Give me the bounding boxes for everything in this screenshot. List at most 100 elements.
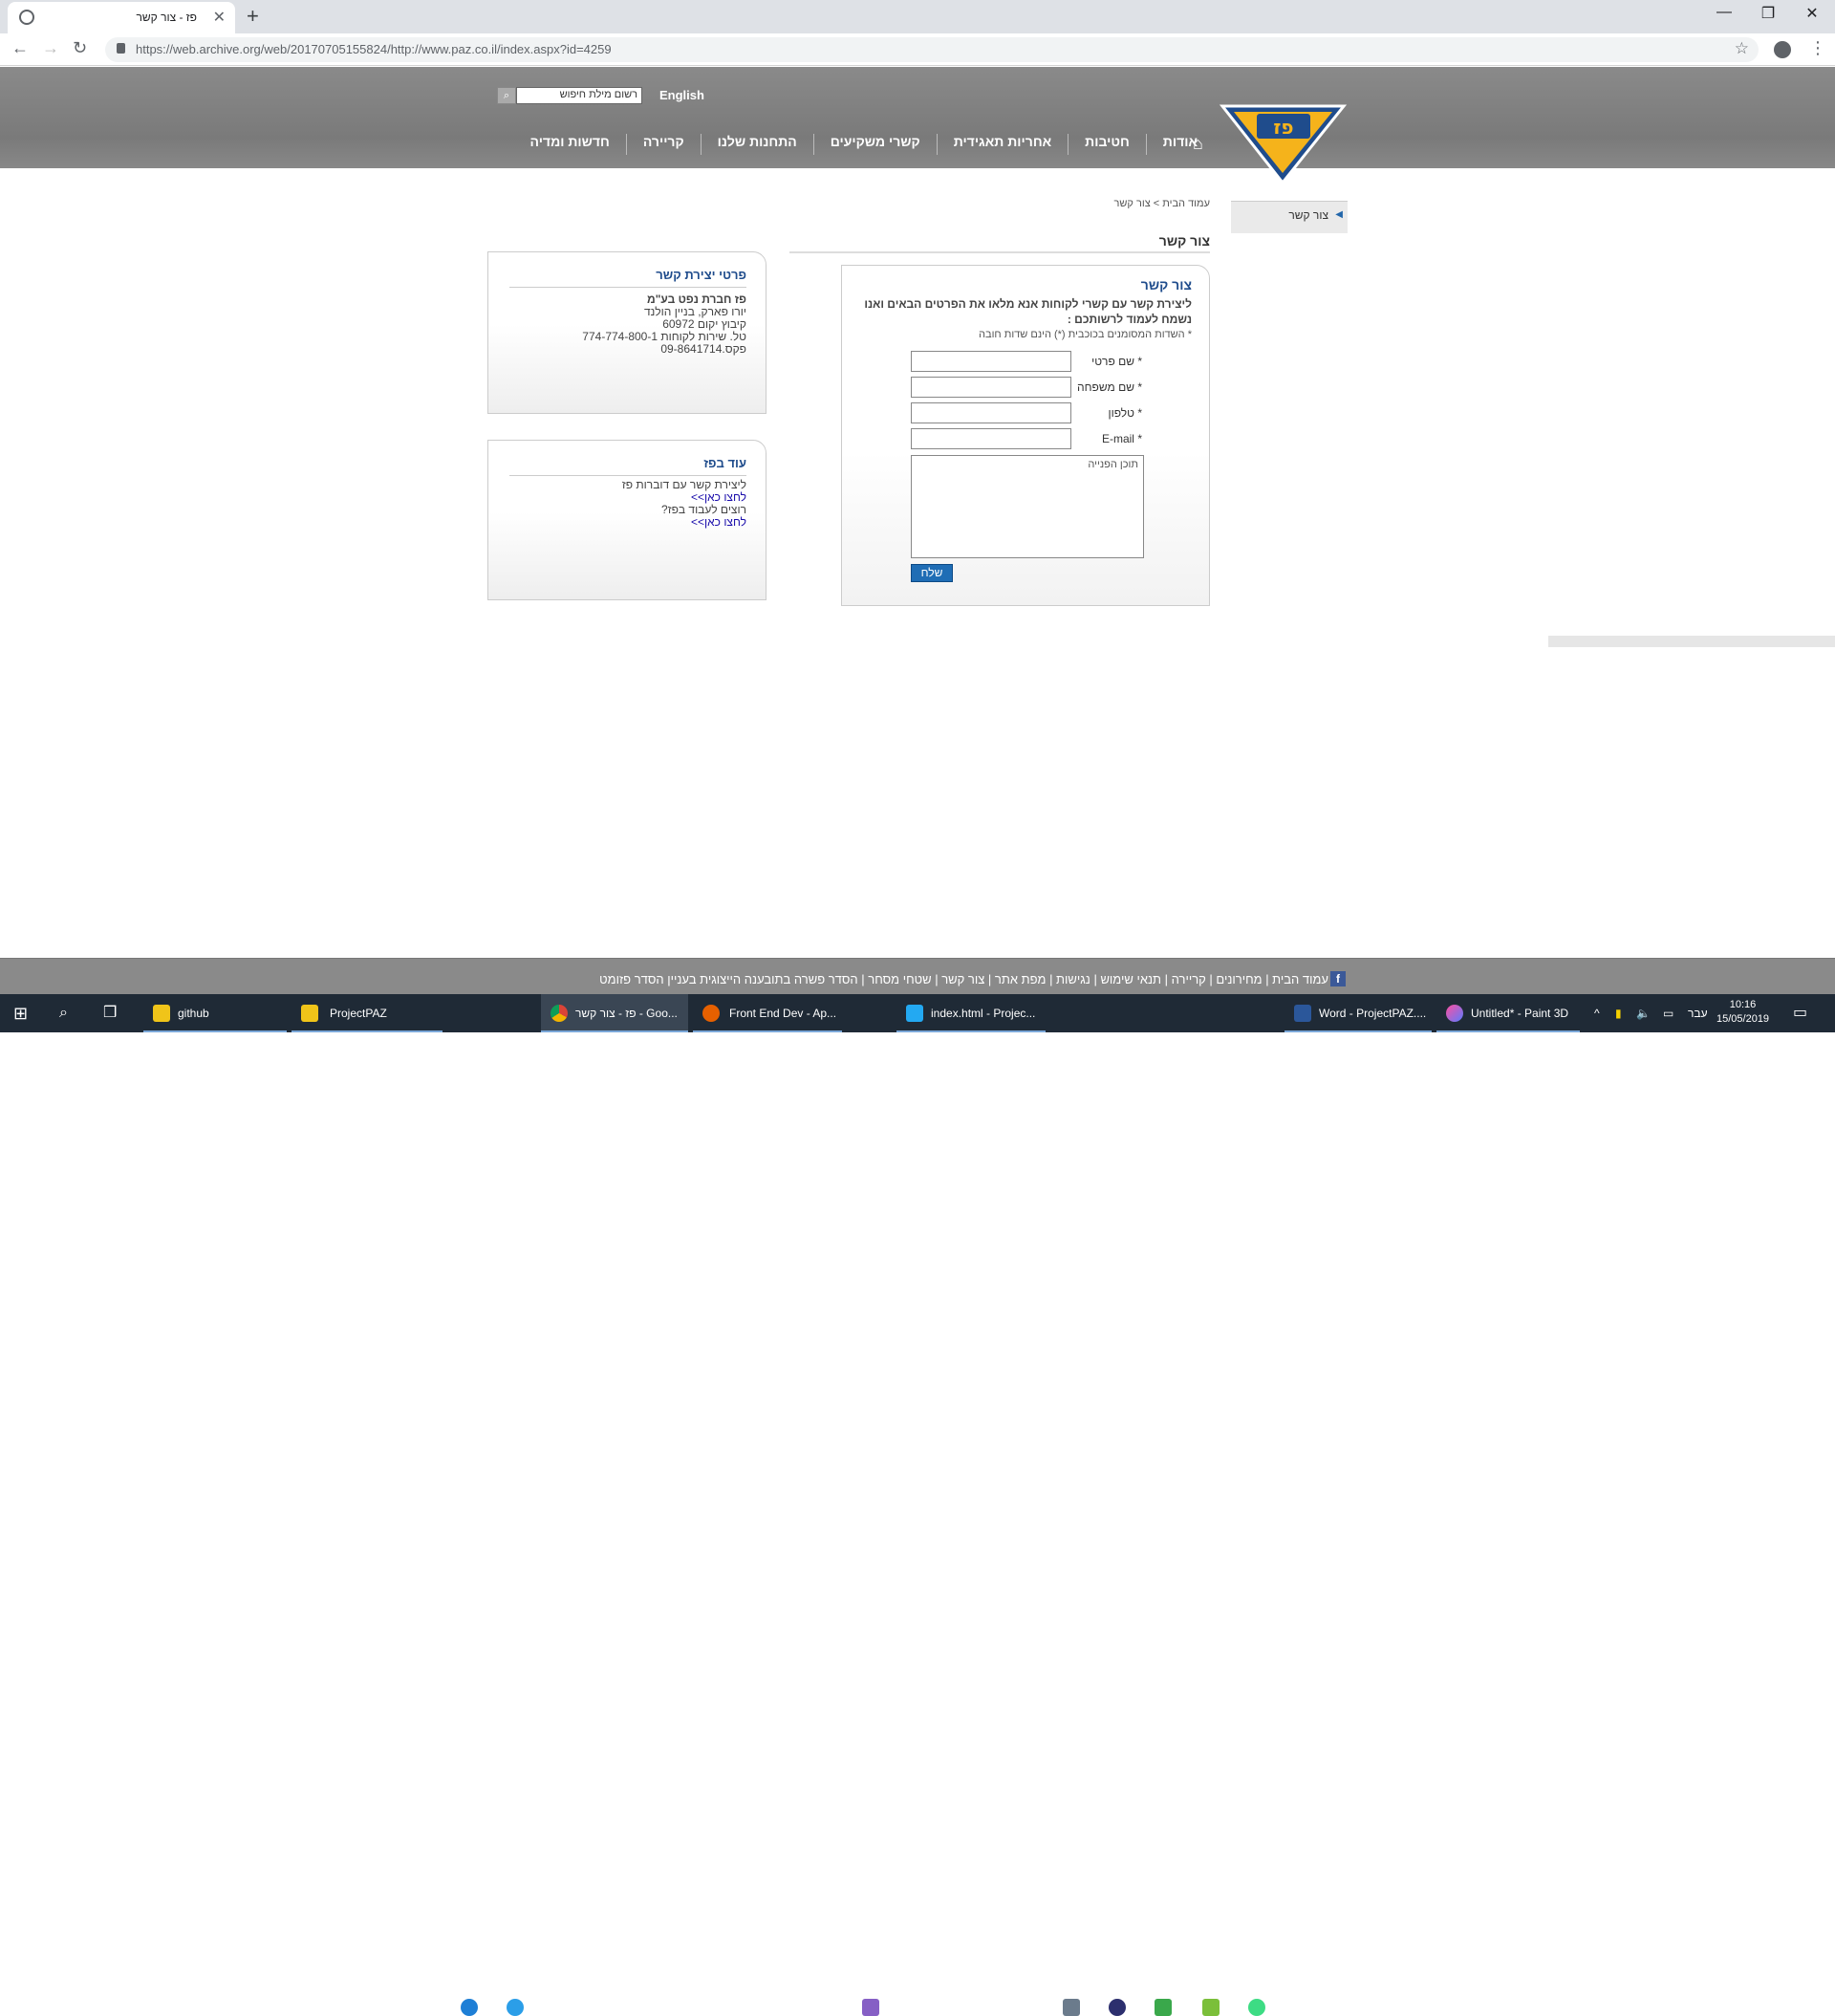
vscode-icon bbox=[906, 1005, 923, 1022]
nav-item-about[interactable]: אודות bbox=[1145, 134, 1214, 155]
contact-details-text: פז חברת נפט בע"מ יורו פארק, בניין הולנד … bbox=[582, 293, 746, 356]
paint3d-icon bbox=[1446, 1005, 1463, 1022]
address-bar[interactable]: https://web.archive.org/web/201707051558… bbox=[105, 37, 1759, 62]
required-note: * השדות המסומנים בכוכבית (*) הינם שדות ח… bbox=[979, 329, 1192, 340]
notepad-icon[interactable] bbox=[1155, 1999, 1172, 2016]
lock-icon bbox=[117, 43, 125, 54]
eclipse-icon[interactable] bbox=[1109, 1999, 1126, 2016]
word-icon bbox=[1294, 1005, 1311, 1022]
form-intro: ליצירת קשר עם קשרי לקוחות אנא מלאו את הפ… bbox=[864, 297, 1192, 326]
firefox-icon bbox=[702, 1005, 720, 1022]
tools-icon[interactable] bbox=[1063, 1999, 1080, 2016]
facebook-icon[interactable]: f bbox=[1330, 971, 1346, 986]
taskbar-item-firefox[interactable]: Front End Dev - Ap... bbox=[693, 994, 842, 1032]
nav-item-divisions[interactable]: חטיבות bbox=[1068, 134, 1146, 155]
window-close-button[interactable]: ✕ bbox=[1793, 4, 1831, 23]
android-studio-icon[interactable] bbox=[1248, 1999, 1265, 2016]
globe-icon bbox=[19, 10, 34, 25]
internet-explorer-icon[interactable] bbox=[507, 1999, 524, 2016]
browser-menu-icon[interactable]: ⋮ bbox=[1809, 38, 1826, 58]
contact-details-box: פרטי יצירת קשר פז חברת נפט בע"מ יורו פאר… bbox=[487, 251, 766, 414]
form-title: צור קשר bbox=[1140, 277, 1192, 293]
divider bbox=[509, 475, 746, 476]
taskbar-item-chrome[interactable]: פז - צור קשר - Goo... bbox=[541, 994, 688, 1032]
taskbar-item-github[interactable]: github bbox=[143, 994, 287, 1032]
divider bbox=[509, 287, 746, 288]
email-label: * E-mail bbox=[1101, 432, 1142, 445]
fax-line: פקס.09-8641714 bbox=[660, 342, 746, 356]
phone-label: * טלפון bbox=[1108, 406, 1142, 420]
input-language[interactable]: עבר bbox=[1688, 994, 1708, 1032]
nav-item-career[interactable]: קריירה bbox=[625, 134, 701, 155]
bookmark-star-icon[interactable]: ☆ bbox=[1735, 39, 1749, 58]
restore-button[interactable]: ❐ bbox=[1749, 4, 1787, 23]
scroll-strip bbox=[1548, 636, 1835, 647]
paz-logo[interactable]: פז bbox=[1219, 100, 1348, 186]
contact-form: צור קשר ליצירת קשר עם קשרי לקוחות אנא מל… bbox=[841, 265, 1210, 606]
more-at-paz-title: עוד בפז bbox=[703, 456, 746, 470]
english-link[interactable]: English bbox=[659, 88, 704, 102]
submit-button[interactable]: שלח bbox=[911, 564, 953, 582]
last-name-field[interactable] bbox=[911, 377, 1071, 398]
browser-tab-bar: פז - צור קשר ✕ + — ❐ ✕ bbox=[0, 0, 1835, 33]
taskbar-item-vscode[interactable]: index.html - Projec... bbox=[896, 994, 1046, 1032]
back-arrow-icon[interactable]: ← bbox=[11, 38, 29, 58]
message-textarea[interactable]: תוכן הפנייה bbox=[911, 455, 1144, 558]
search-input[interactable]: רשום מילת חיפוש bbox=[516, 87, 642, 104]
search-icon[interactable]: ⌕ bbox=[497, 87, 516, 104]
nav-item-csr[interactable]: אחריות תאגידית bbox=[936, 134, 1068, 155]
clock[interactable]: 10:16 15/05/2019 bbox=[1716, 998, 1769, 1027]
volume-icon[interactable]: 🔈 bbox=[1636, 994, 1651, 1032]
footer-links[interactable]: עמוד הבית | מחירונים | קריירה | תנאי שימ… bbox=[599, 972, 1328, 986]
arrow-left-icon: ◀ bbox=[1335, 209, 1343, 220]
url-text: https://web.archive.org/web/201707051558… bbox=[136, 42, 612, 56]
breadcrumb[interactable]: עמוד הבית > צור קשר bbox=[994, 198, 1210, 209]
nav-item-stations[interactable]: התחנות שלנו bbox=[700, 134, 813, 155]
sidebar-item-label: צור קשר bbox=[1288, 208, 1328, 222]
nav-item-investors[interactable]: קשרי משקיעים bbox=[812, 134, 937, 155]
minimize-button[interactable]: — bbox=[1705, 4, 1743, 21]
nav-item-news[interactable]: חדשות ומדיה bbox=[514, 134, 626, 155]
tab-title: פז - צור קשר bbox=[136, 11, 197, 24]
taskbar-item-paint3d[interactable]: Untitled* - Paint 3D bbox=[1436, 994, 1580, 1032]
first-name-label: * שם פרטי bbox=[1091, 355, 1142, 368]
phone-field[interactable] bbox=[911, 402, 1071, 423]
page-title: צור קשר bbox=[789, 233, 1210, 253]
taskbar: ⊞ ⌕ ❒ github ProjectPAZ פז - צור קשר - G… bbox=[0, 994, 1835, 2016]
email-field[interactable] bbox=[911, 428, 1071, 449]
more-at-paz-box: עוד בפז ליצירת קשר עם דוברות פז לחצו כאן… bbox=[487, 440, 766, 600]
first-name-field[interactable] bbox=[911, 351, 1071, 372]
profile-avatar-icon[interactable] bbox=[1774, 41, 1791, 58]
visual-studio-icon[interactable] bbox=[862, 1999, 879, 2016]
main-nav: אודות חטיבות אחריות תאגידית קשרי משקיעים… bbox=[487, 134, 1214, 155]
site-footer: עמוד הבית | מחירונים | קריירה | תנאי שימ… bbox=[0, 958, 1835, 994]
clock-date: 15/05/2019 bbox=[1716, 1013, 1770, 1025]
tab-close-icon[interactable]: ✕ bbox=[213, 8, 226, 27]
taskbar-item-projectpaz[interactable]: ProjectPAZ bbox=[291, 994, 443, 1032]
logo-text: פז bbox=[1273, 116, 1293, 139]
notifications-icon[interactable]: ▭ bbox=[1793, 994, 1807, 1032]
taskbar-item-word[interactable]: Word - ProjectPAZ.... bbox=[1284, 994, 1432, 1032]
browser-toolbar: ← → ↻ https://web.archive.org/web/201707… bbox=[0, 33, 1835, 66]
folder-icon bbox=[301, 1005, 318, 1022]
new-tab-button[interactable]: + bbox=[247, 4, 259, 29]
clock-time: 10:16 bbox=[1729, 999, 1757, 1010]
contact-details-title: פרטי יצירת קשר bbox=[656, 268, 746, 282]
calculator-icon[interactable] bbox=[1202, 1999, 1220, 2016]
reload-icon[interactable]: ↻ bbox=[73, 38, 87, 58]
careers-link[interactable]: לחצו כאן>> bbox=[691, 515, 746, 529]
chrome-icon bbox=[550, 1005, 568, 1022]
network-icon[interactable]: ▭ bbox=[1663, 994, 1673, 1032]
windows-start-icon[interactable]: ⊞ bbox=[13, 994, 28, 1032]
task-view-icon[interactable]: ❒ bbox=[103, 994, 117, 1032]
edge-icon[interactable] bbox=[461, 1999, 478, 2016]
folder-icon bbox=[153, 1005, 170, 1022]
forward-arrow-icon[interactable]: → bbox=[42, 38, 59, 58]
last-name-label: * שם משפחה bbox=[1077, 380, 1142, 394]
browser-tab[interactable]: פז - צור קשר ✕ bbox=[8, 2, 235, 33]
search-icon[interactable]: ⌕ bbox=[59, 994, 68, 1032]
press-contact-link[interactable]: לחצו כאן>> bbox=[691, 490, 746, 504]
battery-icon[interactable]: ▮ bbox=[1615, 994, 1622, 1032]
sidebar-item-contact[interactable]: צור קשר ◀ bbox=[1231, 201, 1348, 233]
tray-chevron-icon[interactable]: ^ bbox=[1594, 994, 1600, 1032]
